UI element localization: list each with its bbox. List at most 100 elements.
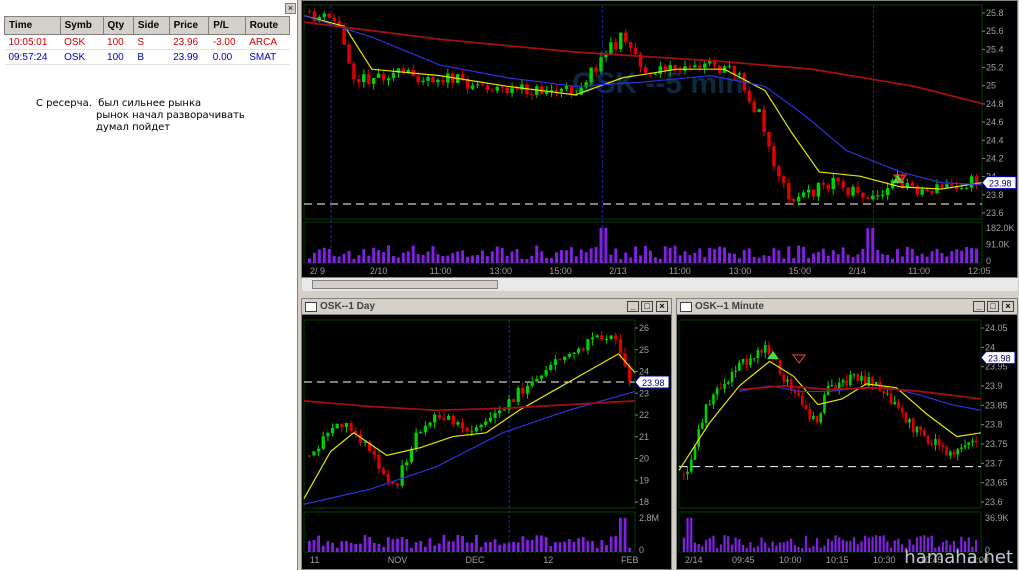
volume-bar [727,253,731,263]
volume-bar [849,540,852,552]
chart-day[interactable]: 26 25 24 23 22 21 20 19 18 2.8M 0 11 NOV DEC 12 FEB 23.9… [302,316,671,570]
candle-body [549,364,553,370]
chart-minute[interactable]: 24.052423.9523.923.8523.823.7523.723.652… [677,316,1017,570]
candle-body [682,474,686,476]
volume-bar [690,517,693,552]
col-route[interactable]: Route [244,16,291,35]
volume-bar [653,257,657,263]
candle-body [911,418,915,433]
chart-scrollbar[interactable] [302,277,1018,291]
candle-body [381,468,386,475]
close-button[interactable]: × [1002,301,1014,312]
volume-bar [465,542,469,552]
candle-body [752,358,756,360]
volume-bar [767,547,771,552]
site-watermark: hamaha.net [904,547,1013,568]
volume-bar [456,534,460,552]
ma-fast-line [303,353,636,499]
chart-5min[interactable]: OSK --5 min25.825.625.425.22524.824.624.… [302,1,1017,277]
volume-bar [792,258,796,263]
candle-body [563,356,567,360]
volume-bar [327,249,331,263]
table-row[interactable]: 10:05:01 OSK 100 S 23.96 -3.00 ARCA [4,34,290,50]
scrollbar-thumb[interactable] [312,280,498,289]
candle-body [734,370,737,372]
candle-body [322,13,327,17]
minimize-button[interactable]: _ [627,301,639,312]
candle-body [849,374,852,386]
volume-bar [851,257,855,263]
candle-body [752,101,756,113]
chart-day-window[interactable]: OSK--1 Day _ □ × 26 25 24 23 22 21 20 19 18 2.8M 0… [301,298,672,570]
minimize-button[interactable]: _ [973,301,985,312]
col-time[interactable]: Time [4,16,61,35]
candle-body [490,90,495,92]
candle-body [330,428,335,434]
volume-bar [708,538,711,552]
volume-bar [579,249,583,263]
cell-pl: -3.00 [208,34,246,50]
volume-bar [362,249,366,263]
table-row[interactable]: 09:57:24 OSK 100 B 23.99 0.00 SMAT [4,49,290,65]
volume-bar [340,541,344,552]
volume-bar [436,254,440,263]
candle-body [893,401,897,405]
candle-body [386,474,390,482]
candle-body [756,350,760,359]
volume-bar [498,544,502,552]
cell-route: ARCA [245,34,290,50]
chart-day-titlebar[interactable]: OSK--1 Day _ □ × [302,299,671,315]
volume-bar [741,544,745,552]
cell-route: SMAT [245,49,290,65]
last-price-label: 23.98 [988,354,1011,364]
maximize-button[interactable]: □ [641,301,653,312]
volume-bar [377,250,381,263]
col-pl[interactable]: P/L [208,16,246,35]
col-symb[interactable]: Symb [59,16,104,35]
candle-body [312,451,316,456]
candle-body [446,73,450,83]
panel-close-button[interactable]: × [285,3,296,14]
volume-bar [878,535,882,552]
note-line-1: С ресерча. был сильнее рынка [36,98,245,110]
chart-minute-titlebar[interactable]: OSK--1 Minute _ □ × [677,299,1017,315]
col-price[interactable]: Price [168,16,210,35]
candle-body [495,86,499,91]
volume-bar [703,257,707,263]
volume-bar [307,258,311,263]
x-tick-label: 2/14 [685,555,703,565]
cell-qty: 100 [103,34,134,50]
candle-body [683,66,687,71]
volume-bar [841,247,845,263]
candle-body [446,415,451,420]
candle-body [871,377,874,385]
volume-bar [332,255,336,263]
col-qty[interactable]: Qty [102,16,134,35]
candle-body [423,425,428,433]
volume-bar [777,250,781,263]
y-tick-label: 22 [639,410,649,420]
volume-bar [693,252,697,263]
candle-body [964,187,969,189]
candle-body [856,186,860,193]
volume-tick-label: 36.9K [985,513,1009,523]
y-tick-label: 24 [985,342,995,352]
candle-body [904,412,908,423]
volume-bar [484,541,488,552]
volume-bar [778,542,782,552]
trade-log-panel: × Time Symb Qty Side Price P/L Route 10:… [0,0,298,570]
cell-time: 10:05:01 [4,34,61,50]
candle-body [787,183,791,200]
candle-body [569,85,574,95]
volume-bar [391,256,395,263]
chart-minute-window[interactable]: OSK--1 Minute _ □ × 24.05 24 23.95 23.9 23.8… [676,298,1018,570]
candle-body [804,404,808,409]
maximize-button[interactable]: □ [987,301,999,312]
ma-mid-line [303,15,983,186]
candle-body [851,186,855,196]
candle-body [572,352,576,354]
close-button[interactable]: × [656,301,668,312]
col-side[interactable]: Side [132,16,170,35]
chart-5min-window[interactable]: OSK --5 min 25.8 25.6 25.4 25.2 25 24.8 24.6 24.… [301,0,1018,278]
volume-bar [405,539,409,552]
